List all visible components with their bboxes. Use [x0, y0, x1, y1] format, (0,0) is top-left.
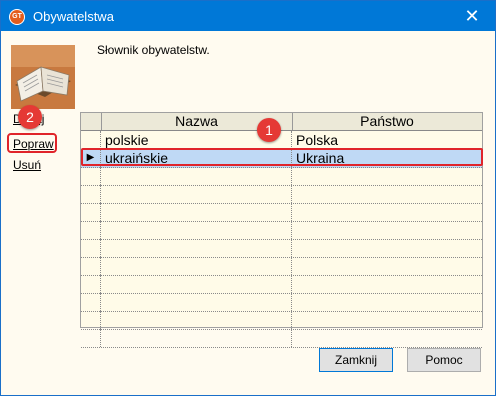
cell-panstwo[interactable]	[292, 203, 482, 221]
edit-link-highlight	[7, 133, 57, 153]
cell-panstwo[interactable]	[292, 275, 482, 293]
column-header-panstwo[interactable]: Państwo	[292, 113, 482, 130]
citizenship-grid[interactable]: Nazwa Państwo polskie Polska ▶ ukraińskie Uk…	[80, 112, 483, 348]
cell-nazwa[interactable]	[101, 311, 292, 329]
cell-panstwo[interactable]	[292, 167, 482, 185]
step-badge-2: 2	[18, 105, 42, 129]
app-logo-icon: GT	[9, 9, 25, 25]
cell-nazwa[interactable]	[101, 239, 292, 257]
empty-table-row[interactable]	[81, 275, 482, 294]
row-indicator	[81, 239, 101, 257]
header-indicator-cell	[81, 113, 102, 130]
row-indicator	[81, 311, 101, 329]
close-window-button[interactable]: ✕	[449, 1, 495, 31]
delete-link[interactable]: Usuń	[13, 158, 41, 172]
selected-row-highlight	[81, 148, 483, 166]
empty-table-row[interactable]	[81, 257, 482, 276]
cell-nazwa[interactable]	[101, 293, 292, 311]
cell-panstwo[interactable]	[292, 239, 482, 257]
cell-nazwa[interactable]	[101, 329, 292, 347]
row-indicator	[81, 131, 101, 149]
cell-panstwo[interactable]	[292, 329, 482, 347]
empty-table-row[interactable]	[81, 293, 482, 312]
row-indicator	[81, 221, 101, 239]
cell-nazwa[interactable]	[101, 221, 292, 239]
empty-table-row[interactable]	[81, 203, 482, 222]
cell-panstwo[interactable]	[292, 257, 482, 275]
empty-table-row[interactable]	[81, 311, 482, 330]
row-indicator	[81, 167, 101, 185]
row-indicator	[81, 275, 101, 293]
empty-table-row[interactable]	[81, 221, 482, 240]
row-indicator	[81, 203, 101, 221]
dictionary-book-icon	[11, 45, 75, 109]
cell-nazwa[interactable]	[101, 257, 292, 275]
cell-panstwo[interactable]	[292, 311, 482, 329]
cell-nazwa[interactable]	[101, 185, 292, 203]
empty-table-row[interactable]	[81, 185, 482, 204]
row-indicator	[81, 257, 101, 275]
grid-header: Nazwa Państwo	[81, 113, 482, 131]
window-title: Obywatelstwa	[33, 9, 114, 24]
cell-panstwo[interactable]	[292, 185, 482, 203]
cell-nazwa[interactable]	[101, 203, 292, 221]
row-indicator	[81, 185, 101, 203]
cell-nazwa[interactable]	[101, 275, 292, 293]
step-badge-1: 1	[257, 118, 281, 142]
empty-table-row[interactable]	[81, 329, 482, 348]
row-indicator	[81, 293, 101, 311]
close-button[interactable]: Zamknij	[319, 348, 393, 372]
help-button[interactable]: Pomoc	[407, 348, 481, 372]
empty-table-row[interactable]	[81, 167, 482, 186]
dialog-window: GT Obywatelstwa ✕ Słownik obywatelstw. D…	[0, 0, 496, 396]
cell-panstwo[interactable]: Polska	[292, 131, 482, 149]
cell-nazwa[interactable]	[101, 167, 292, 185]
cell-panstwo[interactable]	[292, 221, 482, 239]
title-bar[interactable]: GT Obywatelstwa ✕	[1, 1, 495, 31]
dictionary-description: Słownik obywatelstw.	[97, 43, 210, 57]
empty-table-row[interactable]	[81, 239, 482, 258]
row-indicator	[81, 329, 101, 347]
cell-panstwo[interactable]	[292, 293, 482, 311]
